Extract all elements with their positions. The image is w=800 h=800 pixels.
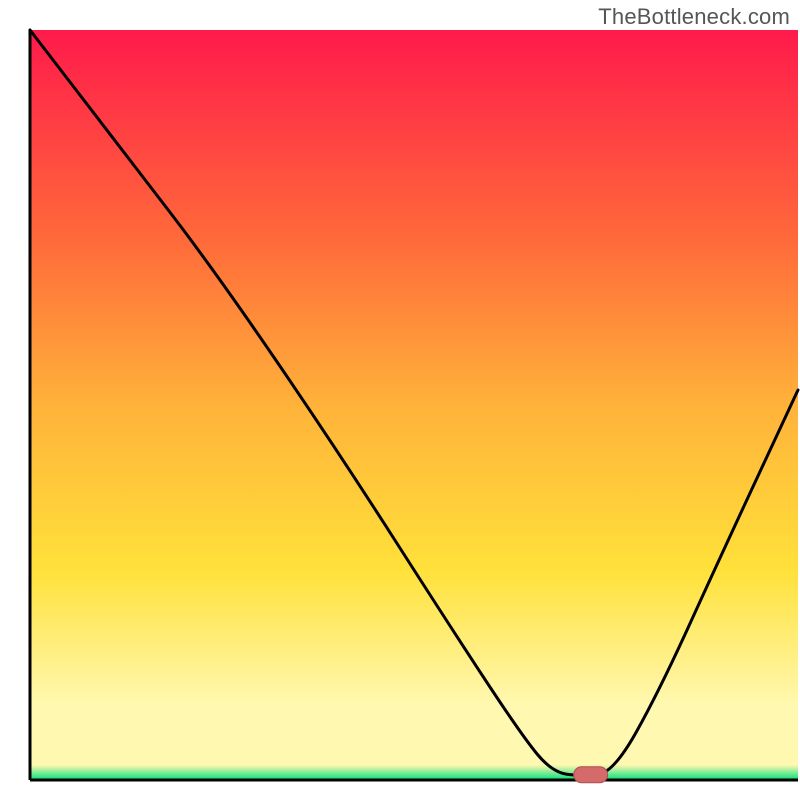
plot-background: [30, 30, 798, 780]
optimal-marker: [574, 767, 608, 783]
bottleneck-chart: [0, 0, 800, 800]
